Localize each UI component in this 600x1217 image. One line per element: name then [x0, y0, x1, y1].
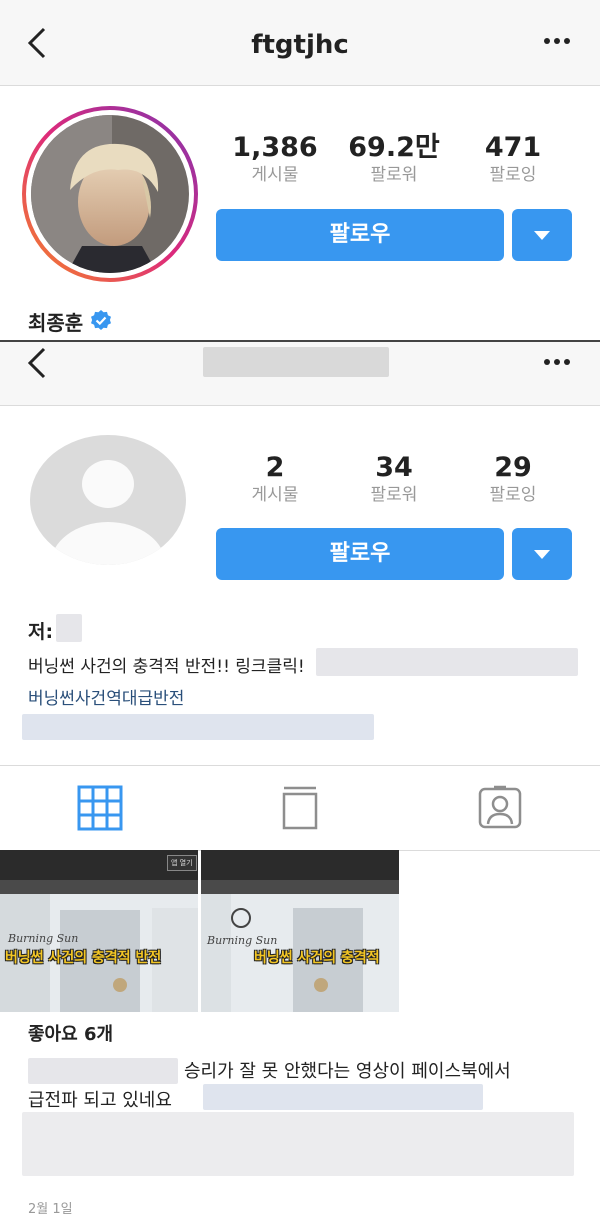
more-options-icon[interactable]: [542, 357, 572, 367]
follow-button[interactable]: 팔로우: [216, 209, 504, 261]
stat-posts-label: 게시물: [251, 485, 299, 505]
back-arrow-icon[interactable]: [24, 345, 54, 381]
post-overlay-caption: 버닝썬 사건의 충격적 반전: [5, 950, 162, 966]
blurred-website-link: [22, 714, 374, 740]
stat-posts[interactable]: 1,386 게시물: [215, 132, 335, 186]
grid-icon[interactable]: [77, 785, 123, 831]
suggested-dropdown-button[interactable]: [512, 209, 572, 261]
bio-text: 버닝썬 사건의 충격적 반전!! 링크클릭!: [28, 657, 305, 677]
feed-icon[interactable]: [280, 785, 320, 831]
blurred-commenter-name: [28, 1058, 178, 1084]
profile-avatar[interactable]: [22, 106, 198, 282]
suggested-dropdown-button[interactable]: [512, 528, 572, 580]
stat-followers[interactable]: 34 팔로워: [334, 452, 454, 506]
stat-posts-count: 1,386: [232, 132, 318, 163]
blurred-name: [56, 614, 82, 642]
post-sign-text: Burning Sun: [207, 934, 278, 947]
stat-following-count: 471: [484, 132, 542, 163]
post-caption-line2: 급전파 되고 있네요: [28, 1090, 172, 1111]
chevron-down-icon: [534, 231, 550, 240]
chevron-down-icon: [534, 550, 550, 559]
post-thumbnail[interactable]: Burning Sun 버닝썬 사건의 충격적: [201, 850, 399, 1012]
stat-following[interactable]: 29 팔로잉: [453, 452, 573, 506]
stat-posts-label: 게시물: [251, 165, 299, 185]
post-overlay-caption: 버닝썬 사건의 충격적: [254, 950, 380, 966]
stat-followers-label: 팔로워: [370, 165, 418, 185]
follow-button[interactable]: 팔로우: [216, 528, 504, 580]
stat-followers-count: 34: [375, 452, 413, 483]
stat-following-label: 팔로잉: [489, 485, 537, 505]
post-image: [201, 850, 399, 1012]
more-options-icon[interactable]: [542, 36, 572, 46]
post-caption-line1: 승리가 잘 못 안했다는 영상이 페이스북에서: [184, 1061, 511, 1082]
stat-following-label: 팔로잉: [489, 165, 537, 185]
profile-name: 저:: [28, 621, 54, 643]
profile-tab-bar: [0, 765, 600, 851]
blurred-username: [203, 347, 389, 377]
top-nav-bar: ftgtjhc: [0, 0, 600, 86]
tagged-icon[interactable]: [477, 784, 523, 830]
default-avatar-icon[interactable]: [28, 434, 188, 566]
blurred-bio-link: [316, 648, 578, 676]
post-image: [0, 850, 198, 1012]
stat-followers[interactable]: 69.2만 팔로워: [334, 132, 454, 186]
verified-badge-icon: [91, 310, 112, 330]
stat-followers-count: 69.2만: [348, 132, 440, 163]
second-nav-bar: [0, 342, 600, 406]
blurred-caption-link: [203, 1084, 483, 1110]
profile-username: ftgtjhc: [251, 30, 349, 60]
post-likes[interactable]: 좋아요 6개: [28, 1020, 113, 1046]
post-thumbnail[interactable]: 앱 열기 Burning Sun 버닝썬 사건의 충격적 반전: [0, 850, 198, 1012]
stat-following-count: 29: [494, 452, 532, 483]
stat-followers-label: 팔로워: [370, 485, 418, 505]
display-name-row: 최종훈: [28, 308, 113, 335]
stat-following[interactable]: 471 팔로잉: [453, 132, 573, 186]
stat-posts[interactable]: 2 게시물: [215, 452, 335, 506]
blurred-comments: [22, 1112, 574, 1176]
stat-posts-count: 2: [265, 452, 285, 483]
display-name: 최종훈: [28, 310, 84, 335]
post-date: 2월 1일: [28, 1202, 73, 1217]
post-sign-text: Burning Sun: [8, 932, 79, 945]
bio-hashtag-link[interactable]: 버닝썬사건역대급반전: [28, 684, 184, 709]
open-app-badge: 앱 열기: [167, 855, 197, 871]
